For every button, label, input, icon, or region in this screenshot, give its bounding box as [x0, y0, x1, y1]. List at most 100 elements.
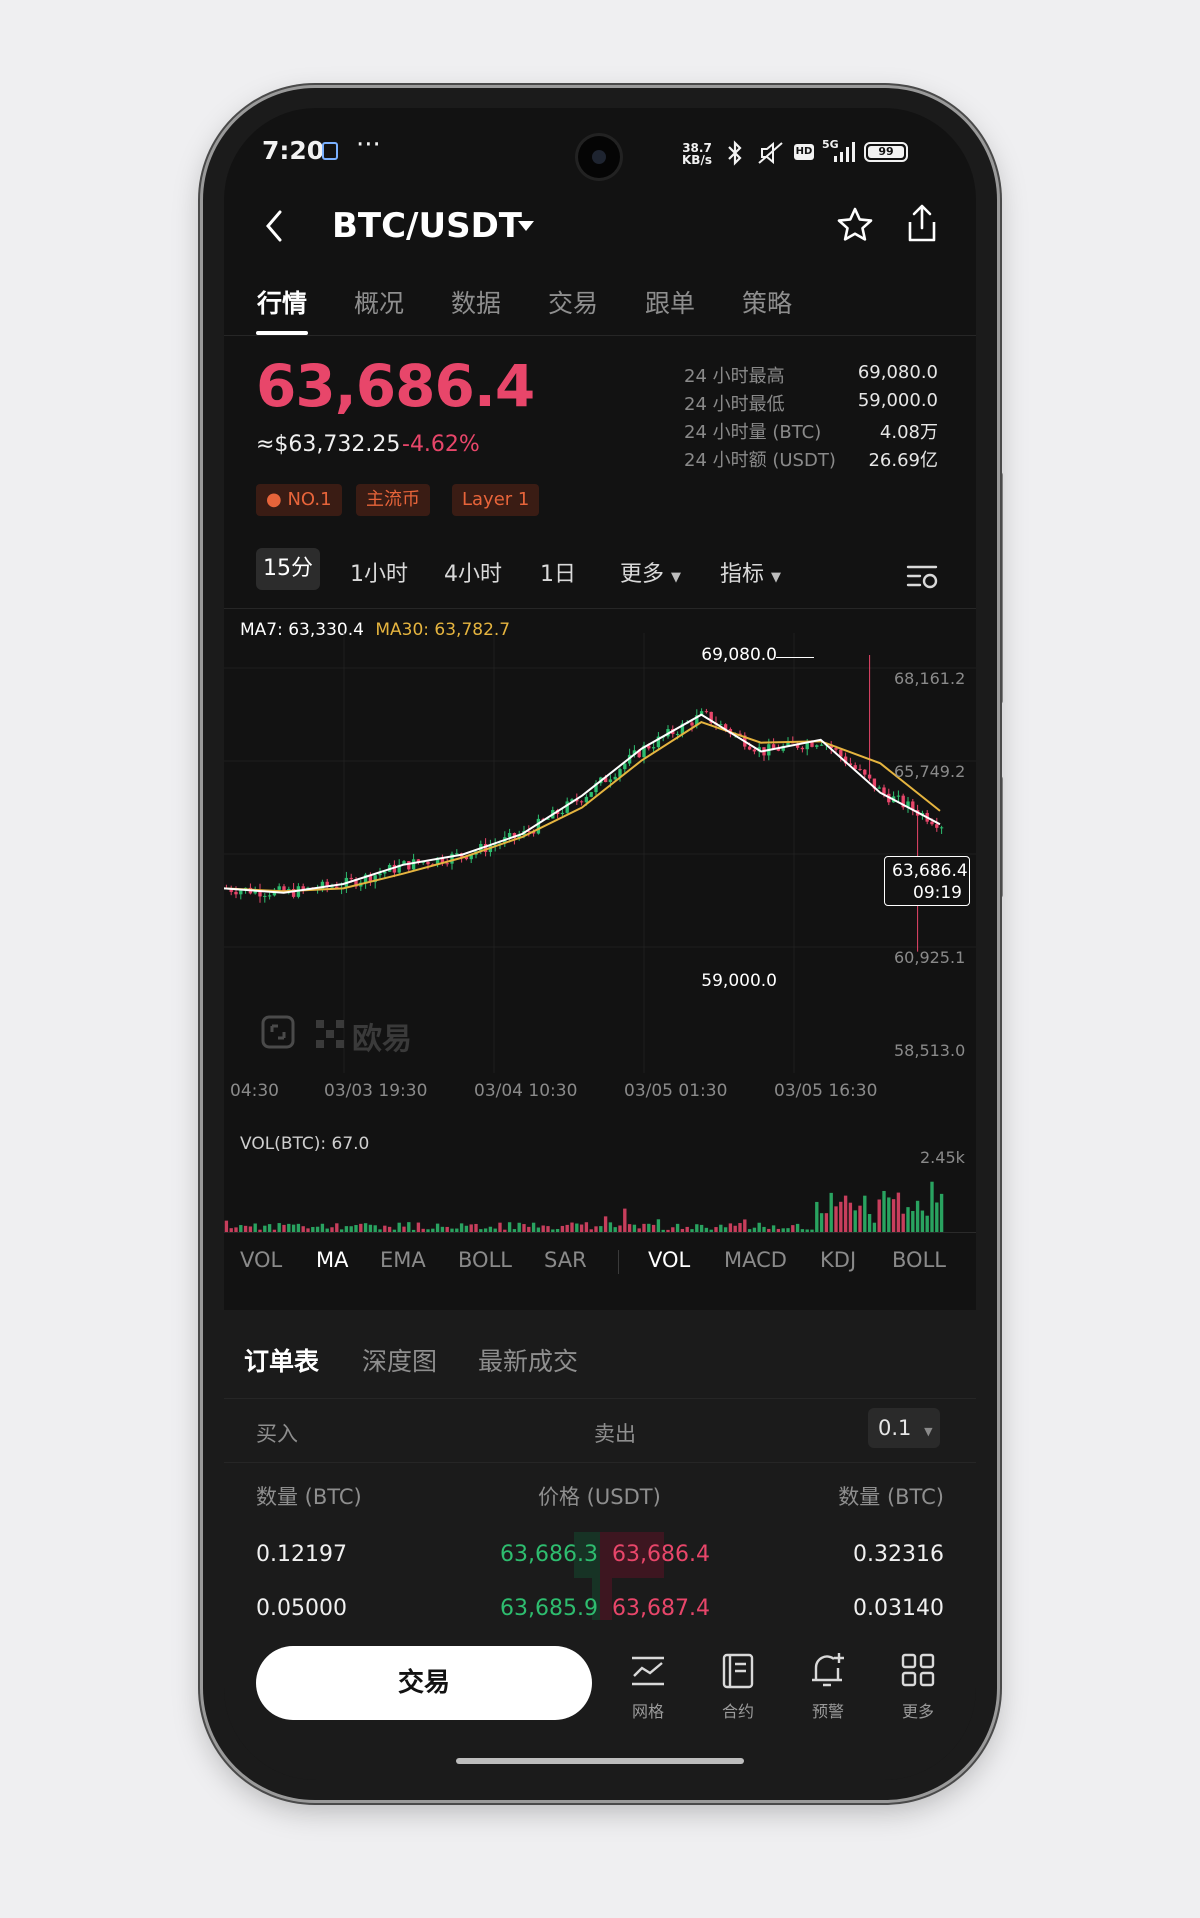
volume-bar	[680, 1228, 685, 1232]
volume-bar	[507, 1222, 512, 1232]
volume-bar	[872, 1222, 877, 1232]
tab-strategy[interactable]: 策略	[742, 284, 792, 320]
volume-bar	[435, 1223, 440, 1232]
tab-market[interactable]: 行情	[257, 284, 307, 320]
volume-bar	[728, 1223, 733, 1232]
sub-indicator-boll[interactable]: BOLL	[892, 1248, 946, 1272]
alert-button[interactable]: 预警	[798, 1646, 858, 1726]
stat-label-volume: 24 小时量 (BTC)	[684, 422, 822, 443]
back-arrow-icon[interactable]	[262, 206, 286, 246]
stat-value-high: 69,080.0	[857, 362, 938, 383]
sub-indicator-kdj[interactable]: KDJ	[820, 1248, 856, 1272]
volume-bar	[459, 1223, 464, 1232]
volume-bar	[575, 1223, 579, 1232]
indicator-sar[interactable]: SAR	[544, 1248, 587, 1272]
bid-price-2[interactable]: 63,685.9	[500, 1596, 598, 1621]
tag-rank[interactable]: ● NO.1	[256, 484, 342, 516]
volume-bar	[479, 1229, 483, 1232]
tab-order-table[interactable]: 订单表	[244, 1342, 319, 1378]
volume-bar	[647, 1223, 651, 1232]
volume-bar	[234, 1227, 238, 1232]
candle-body	[349, 877, 353, 880]
favorite-star-icon[interactable]	[834, 204, 876, 246]
share-icon[interactable]	[902, 202, 942, 246]
candle-body	[589, 792, 593, 797]
timeframe-15m[interactable]: 15分	[256, 548, 320, 590]
volume-bar	[306, 1228, 310, 1232]
volume-bar	[239, 1225, 243, 1232]
candle-body	[690, 722, 694, 726]
tag-layer1[interactable]: Layer 1	[452, 484, 540, 516]
timeframe-1h[interactable]: 1小时	[350, 556, 408, 588]
tag-mainstream[interactable]: 主流币	[356, 484, 430, 516]
candle-body	[675, 733, 680, 735]
volume-bar	[282, 1224, 286, 1232]
candle-body	[507, 833, 512, 838]
grid-button[interactable]: 网格	[618, 1646, 678, 1726]
indicator-boll[interactable]: BOLL	[458, 1248, 512, 1272]
pair-title[interactable]: BTC/USDT	[332, 206, 522, 246]
chart-settings-icon[interactable]	[906, 562, 940, 592]
tab-overview[interactable]: 概况	[354, 284, 404, 320]
ask-price-1[interactable]: 63,686.4	[612, 1542, 710, 1567]
indicator-vol[interactable]: VOL	[240, 1248, 282, 1272]
timeframe-4h[interactable]: 4小时	[444, 556, 502, 588]
tab-data[interactable]: 数据	[451, 284, 501, 320]
volume-bar	[887, 1197, 891, 1232]
stat-label-low: 24 小时最低	[684, 394, 785, 415]
app-screen: 7:20 ··· 38.7 KB/s HD 5G 99 BTC/USDT 行情 …	[224, 108, 976, 1780]
candle-body	[623, 763, 627, 770]
contract-button[interactable]: 合约	[708, 1646, 768, 1726]
candle-body	[584, 796, 589, 803]
tab-copy-trading[interactable]: 跟单	[645, 284, 695, 320]
price-chart[interactable]	[224, 633, 976, 1073]
stat-value-turnover: 26.69亿	[868, 450, 938, 471]
volume-bar	[301, 1226, 305, 1232]
candle-body	[858, 768, 862, 770]
ask-price-2[interactable]: 63,687.4	[612, 1596, 710, 1621]
sub-indicator-vol[interactable]: VOL	[648, 1248, 690, 1272]
volume-bar	[272, 1229, 277, 1232]
volume-bar	[613, 1227, 617, 1232]
timeframe-1d[interactable]: 1日	[540, 556, 576, 588]
precision-select[interactable]: 0.1 ▼	[868, 1408, 940, 1448]
candle-body	[882, 787, 886, 794]
volume-bar	[843, 1195, 848, 1232]
volume-bar	[450, 1228, 454, 1232]
candle-body	[608, 779, 613, 783]
candle-body	[426, 861, 430, 865]
volume-bar	[771, 1225, 776, 1232]
volume-bar	[512, 1229, 517, 1232]
pair-dropdown-icon[interactable]	[516, 218, 536, 234]
tab-latest-trades[interactable]: 最新成交	[478, 1342, 578, 1378]
indicators-dropdown[interactable]: 指标 ▼	[720, 556, 781, 588]
orderbook-sub-divider	[224, 1462, 976, 1463]
volume-bar	[781, 1228, 785, 1232]
trade-button[interactable]: 交易	[256, 1646, 592, 1720]
candle-body	[536, 818, 541, 834]
mute-icon	[758, 141, 783, 165]
volume-bar	[767, 1228, 771, 1232]
volume-bar	[335, 1223, 339, 1232]
volume-bar	[752, 1227, 757, 1232]
stat-value-volume: 4.08万	[879, 422, 938, 443]
indicator-ma[interactable]: MA	[316, 1248, 348, 1272]
timeframe-more[interactable]: 更多 ▼	[620, 556, 681, 588]
volume-bar	[248, 1226, 253, 1232]
more-button[interactable]: 更多	[888, 1646, 948, 1726]
net-speed-unit: KB/s	[682, 153, 712, 167]
volume-bar	[546, 1226, 550, 1232]
sub-indicator-macd[interactable]: MACD	[724, 1248, 787, 1272]
tab-trade[interactable]: 交易	[548, 284, 598, 320]
fullscreen-icon[interactable]	[260, 1014, 296, 1050]
volume-bar	[743, 1219, 747, 1232]
tab-depth-chart[interactable]: 深度图	[362, 1342, 437, 1378]
indicator-ema[interactable]: EMA	[380, 1248, 426, 1272]
volume-bar	[757, 1222, 761, 1232]
volume-bar	[531, 1222, 536, 1232]
volume-bar	[267, 1224, 272, 1232]
bid-price-1[interactable]: 63,686.3	[500, 1542, 598, 1567]
volume-bar	[349, 1226, 353, 1232]
volume-bar	[402, 1226, 406, 1232]
volume-bar	[493, 1228, 497, 1232]
